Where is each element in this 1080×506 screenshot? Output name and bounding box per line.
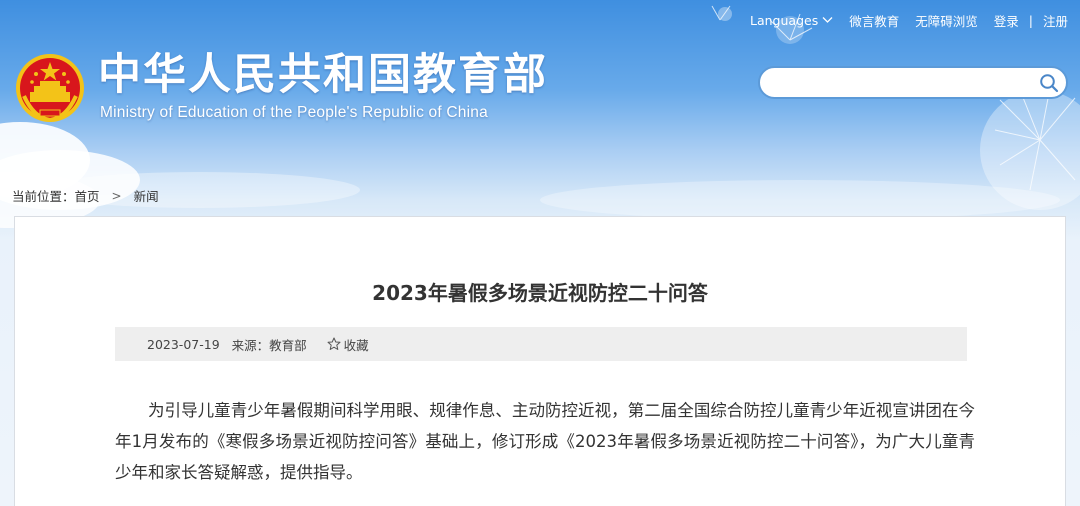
top-navigation: Languages 微言教育 无障碍浏览 登录 | 注册 — [750, 10, 1068, 30]
site-subtitle[interactable]: Ministry of Education of the People's Re… — [100, 104, 488, 122]
article-meta-bar: 2023-07-19 来源：教育部 收藏 — [115, 327, 967, 361]
site-header: 中华人民共和国教育部 Ministry of Education of the … — [0, 0, 1080, 180]
accessibility-link[interactable]: 无障碍浏览 — [915, 11, 978, 30]
chevron-down-icon — [822, 17, 833, 23]
article-source: 来源：教育部 — [231, 337, 307, 353]
search-input[interactable] — [760, 68, 1032, 97]
article-paragraph: 为引导儿童青少年暑假期间科学用眼、规律作息、主动防控近视，第二届全国综合防控儿童… — [115, 401, 975, 482]
favorite-label: 收藏 — [343, 337, 369, 353]
national-emblem-icon[interactable] — [14, 52, 86, 124]
weiyan-link[interactable]: 微言教育 — [849, 11, 899, 30]
languages-label: Languages — [750, 12, 819, 28]
breadcrumb-home-link[interactable]: 首页 — [75, 186, 100, 205]
article-title: 2023年暑假多场景近视防控二十问答 — [372, 281, 708, 305]
search-button[interactable] — [1032, 68, 1066, 97]
star-icon — [327, 337, 341, 350]
breadcrumb-prefix: 当前位置： — [12, 189, 75, 204]
login-link[interactable]: 登录 — [994, 11, 1019, 30]
breadcrumb-news-link[interactable]: 新闻 — [134, 186, 159, 205]
search-box — [758, 66, 1068, 99]
register-link[interactable]: 注册 — [1043, 11, 1068, 30]
breadcrumb-arrow-icon: > — [111, 188, 122, 203]
nav-separator: | — [1028, 12, 1033, 28]
publish-date: 2023-07-19 — [147, 336, 220, 352]
article-panel: 2023年暑假多场景近视防控二十问答 2023-07-19 来源：教育部 收藏 … — [14, 216, 1066, 506]
languages-menu[interactable]: Languages — [750, 13, 833, 28]
favorite-button[interactable]: 收藏 — [327, 335, 369, 354]
site-title[interactable]: 中华人民共和国教育部 — [98, 50, 548, 100]
breadcrumb: 当前位置： 首页 > 新闻 — [12, 186, 159, 205]
search-icon — [1040, 73, 1059, 92]
